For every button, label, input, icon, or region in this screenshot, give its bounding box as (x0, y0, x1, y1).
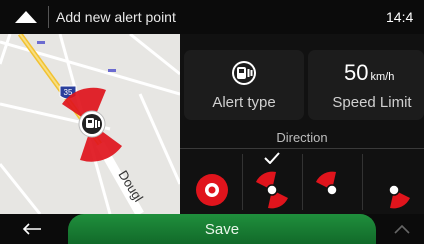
speed-camera-marker-icon[interactable] (78, 110, 106, 138)
title-divider (48, 6, 49, 28)
back-button[interactable] (0, 214, 64, 244)
page-title: Add new alert point (56, 9, 176, 25)
direction-divider (180, 148, 424, 149)
chevron-up-icon (394, 225, 410, 234)
direction-option-two-way[interactable] (244, 150, 300, 214)
arrow-left-icon (22, 223, 41, 235)
direction-separator (242, 154, 243, 210)
direction-separator (302, 154, 303, 210)
expand-button[interactable] (380, 214, 424, 244)
clock: 14:4 (386, 9, 414, 25)
one-direction-icon (316, 171, 338, 196)
speed-number: 50 (344, 60, 369, 85)
save-label: Save (204, 221, 240, 238)
direction-separator (362, 154, 363, 210)
direction-option-one-way-b[interactable] (364, 150, 424, 214)
speed-camera-icon (232, 61, 256, 85)
direction-heading: Direction (276, 130, 328, 145)
map-view[interactable]: Dougl 35 (0, 34, 180, 214)
speed-limit-label: Speed Limit (332, 94, 412, 111)
title-bar: Add new alert point 14:4 (0, 0, 424, 34)
alert-type-label: Alert type (212, 94, 276, 111)
speed-unit: km/h (370, 71, 395, 83)
bottom-bar: Save (0, 214, 424, 244)
speed-limit-value: 50 km/h (344, 60, 394, 86)
direction-option-all[interactable] (184, 150, 240, 214)
map-canvas: Dougl 35 (0, 34, 180, 214)
one-direction-reverse-icon (388, 184, 410, 209)
chevron-up-icon[interactable] (14, 10, 38, 24)
speed-limit-button[interactable]: 50 km/h Speed Limit (308, 50, 424, 120)
direction-option-one-way-a[interactable] (304, 150, 360, 214)
save-button[interactable]: Save (68, 214, 376, 244)
checkmark-icon (264, 152, 280, 164)
alert-settings-panel: Alert type 50 km/h Speed Limit Direction (180, 34, 424, 214)
two-directions-icon (256, 171, 288, 209)
all-directions-icon (196, 174, 228, 206)
alert-type-button[interactable]: Alert type (184, 50, 304, 120)
